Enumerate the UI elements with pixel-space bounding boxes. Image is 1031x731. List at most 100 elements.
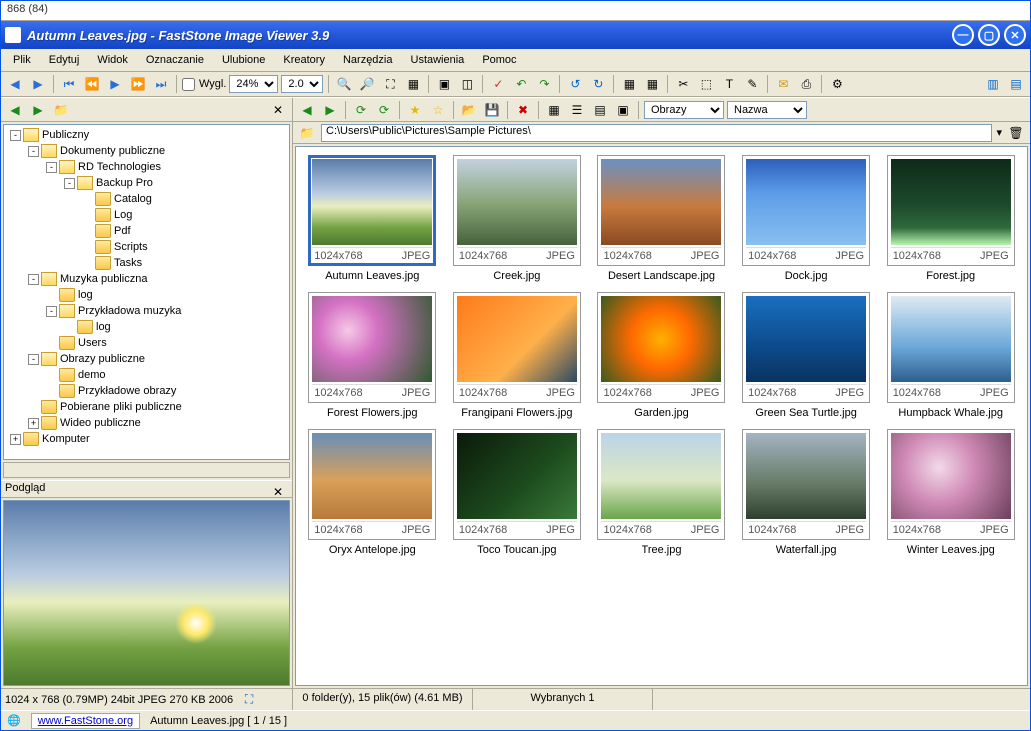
- menu-ustawienia[interactable]: Ustawienia: [403, 52, 473, 68]
- status-fit-icon[interactable]: ⛶: [239, 690, 259, 710]
- wygl-checkbox[interactable]: Wygl.: [182, 78, 226, 91]
- last-icon[interactable]: ⏭: [151, 74, 171, 94]
- actual-size-icon[interactable]: ▦: [403, 74, 423, 94]
- br-delete-icon[interactable]: ✖: [513, 100, 533, 120]
- thumbnail[interactable]: 1024x768JPEGForest Flowers.jpg: [304, 292, 441, 419]
- thumbnail[interactable]: 1024x768JPEGTree.jpg: [593, 429, 730, 556]
- expand-icon[interactable]: -: [28, 146, 39, 157]
- filter-combo[interactable]: Obrazy: [644, 101, 724, 119]
- tree-node[interactable]: +Komputer: [6, 431, 287, 447]
- expand-icon[interactable]: +: [28, 418, 39, 429]
- menu-pomoc[interactable]: Pomoc: [474, 52, 524, 68]
- view-detail-icon[interactable]: ▤: [590, 100, 610, 120]
- tree-node[interactable]: demo: [6, 367, 287, 383]
- draw-icon[interactable]: ✎: [742, 74, 762, 94]
- tree-node[interactable]: Pdf: [6, 223, 287, 239]
- br-save-icon[interactable]: 💾: [482, 100, 502, 120]
- thumbnail-grid[interactable]: 1024x768JPEGAutumn Leaves.jpg1024x768JPE…: [295, 146, 1028, 686]
- zoom-in-icon[interactable]: 🔎: [357, 74, 377, 94]
- expand-icon[interactable]: -: [46, 306, 57, 317]
- rotate-right-icon[interactable]: ↷: [534, 74, 554, 94]
- menu-widok[interactable]: Widok: [89, 52, 136, 68]
- tree-close-icon[interactable]: ✕: [268, 100, 288, 120]
- grid-small-icon[interactable]: ▦: [619, 74, 639, 94]
- expand-icon[interactable]: -: [46, 162, 57, 173]
- br-back-icon[interactable]: ◀: [297, 100, 317, 120]
- layout-2-icon[interactable]: ▤: [1006, 74, 1026, 94]
- crop-icon[interactable]: ✂: [673, 74, 693, 94]
- br-open-icon[interactable]: 📂: [459, 100, 479, 120]
- tree-node[interactable]: -Obrazy publiczne: [6, 351, 287, 367]
- tree-node[interactable]: Tasks: [6, 255, 287, 271]
- compare-icon[interactable]: ◫: [457, 74, 477, 94]
- resize-icon[interactable]: ⬚: [696, 74, 716, 94]
- tree-node[interactable]: log: [6, 319, 287, 335]
- thumbnail[interactable]: 1024x768JPEGGarden.jpg: [593, 292, 730, 419]
- nav-back-icon[interactable]: ◀: [5, 74, 25, 94]
- tree-node[interactable]: -Dokumenty publiczne: [6, 143, 287, 159]
- thumbnail[interactable]: 1024x768JPEGAutumn Leaves.jpg: [304, 155, 441, 282]
- play-icon[interactable]: ▶: [105, 74, 125, 94]
- slideshow-icon[interactable]: ▣: [434, 74, 454, 94]
- tree-node[interactable]: +Wideo publiczne: [6, 415, 287, 431]
- next-icon[interactable]: ⏩: [128, 74, 148, 94]
- tree-back-icon[interactable]: ◀: [5, 100, 25, 120]
- website-link[interactable]: www.FastStone.org: [31, 713, 140, 729]
- folder-tree[interactable]: -Publiczny-Dokumenty publiczne-RD Techno…: [3, 124, 290, 460]
- first-icon[interactable]: ⏮: [59, 74, 79, 94]
- br-refresh-icon[interactable]: ⟳: [351, 100, 371, 120]
- thumbnail[interactable]: 1024x768JPEGCreek.jpg: [449, 155, 586, 282]
- wygl-check[interactable]: [182, 78, 195, 91]
- thumbnail[interactable]: 1024x768JPEGToco Toucan.jpg: [449, 429, 586, 556]
- tree-node[interactable]: -RD Technologies: [6, 159, 287, 175]
- nav-fwd-icon[interactable]: ▶: [28, 74, 48, 94]
- expand-icon[interactable]: +: [10, 434, 21, 445]
- zoom2-combo[interactable]: 2.0: [281, 75, 323, 93]
- thumbnail[interactable]: 1024x768JPEGGreen Sea Turtle.jpg: [738, 292, 875, 419]
- zoom-combo[interactable]: 24%: [229, 75, 278, 93]
- menu-oznaczanie[interactable]: Oznaczanie: [138, 52, 212, 68]
- redo-icon[interactable]: ↻: [588, 74, 608, 94]
- print-icon[interactable]: ⎙: [796, 74, 816, 94]
- tree-node[interactable]: Log: [6, 207, 287, 223]
- tree-node[interactable]: -Muzyka publiczna: [6, 271, 287, 287]
- path-input[interactable]: C:\Users\Public\Pictures\Sample Pictures…: [321, 124, 992, 142]
- sort-combo[interactable]: Nazwa: [727, 101, 807, 119]
- thumbnail[interactable]: 1024x768JPEGDock.jpg: [738, 155, 875, 282]
- prev-icon[interactable]: ⏪: [82, 74, 102, 94]
- path-dropdown-icon[interactable]: ▾: [996, 126, 1002, 139]
- menu-edytuj[interactable]: Edytuj: [41, 52, 88, 68]
- maximize-button[interactable]: ▢: [978, 24, 1000, 46]
- preview-image[interactable]: [3, 500, 290, 686]
- view-grid-icon[interactable]: ▣: [613, 100, 633, 120]
- close-button[interactable]: ✕: [1004, 24, 1026, 46]
- grid-large-icon[interactable]: ▦: [642, 74, 662, 94]
- recycle-icon[interactable]: 🗑: [1006, 123, 1026, 143]
- menu-narzedzia[interactable]: Narzędzia: [335, 52, 401, 68]
- expand-icon[interactable]: -: [28, 274, 39, 285]
- tree-node[interactable]: Catalog: [6, 191, 287, 207]
- tree-node[interactable]: Przykładowe obrazy: [6, 383, 287, 399]
- br-refresh2-icon[interactable]: ⟳: [374, 100, 394, 120]
- tree-node[interactable]: -Backup Pro: [6, 175, 287, 191]
- tree-scrollbar[interactable]: [3, 462, 290, 478]
- tag-icon[interactable]: ✓: [488, 74, 508, 94]
- view-thumbs-icon[interactable]: ▦: [544, 100, 564, 120]
- zoom-out-icon[interactable]: 🔍: [334, 74, 354, 94]
- thumbnail[interactable]: 1024x768JPEGHumpback Whale.jpg: [882, 292, 1019, 419]
- settings-icon[interactable]: ⚙: [827, 74, 847, 94]
- thumbnail[interactable]: 1024x768JPEGWaterfall.jpg: [738, 429, 875, 556]
- email-icon[interactable]: ✉: [773, 74, 793, 94]
- tree-node[interactable]: Pobierane pliki publiczne: [6, 399, 287, 415]
- titlebar[interactable]: Autumn Leaves.jpg - FastStone Image View…: [1, 21, 1030, 49]
- expand-icon[interactable]: -: [10, 130, 21, 141]
- tree-node[interactable]: Users: [6, 335, 287, 351]
- br-addfav-icon[interactable]: ☆: [428, 100, 448, 120]
- rotate-left-icon[interactable]: ↶: [511, 74, 531, 94]
- undo-icon[interactable]: ↺: [565, 74, 585, 94]
- menu-kreatory[interactable]: Kreatory: [275, 52, 333, 68]
- menu-ulubione[interactable]: Ulubione: [214, 52, 273, 68]
- expand-icon[interactable]: -: [64, 178, 75, 189]
- menu-plik[interactable]: Plik: [5, 52, 39, 68]
- fit-icon[interactable]: ⛶: [380, 74, 400, 94]
